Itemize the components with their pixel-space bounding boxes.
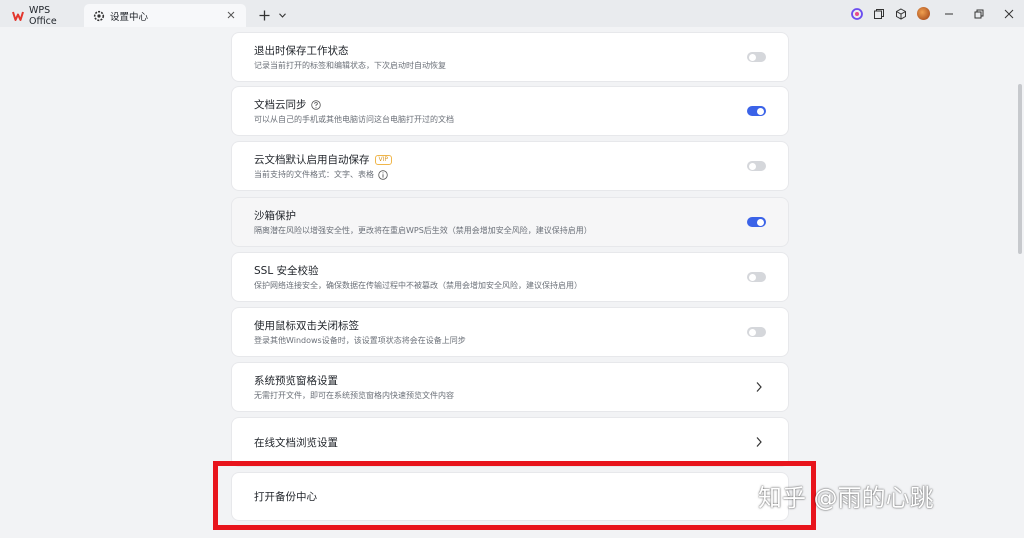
close-tab-icon[interactable]	[224, 8, 238, 22]
scrollbar-thumb[interactable]	[1018, 84, 1022, 254]
tab-settings-center[interactable]: 设置中心	[84, 4, 246, 27]
setting-cloud-autosave: 云文档默认启用自动保存 VIP 当前支持的文件格式：文字、表格	[232, 142, 788, 190]
gear-icon	[93, 10, 105, 22]
setting-title: 文档云同步	[254, 97, 321, 112]
chevron-down-icon	[278, 13, 286, 18]
restore-icon	[974, 9, 984, 18]
ssl-verification-toggle[interactable]	[747, 272, 766, 282]
setting-double-click-close-tab: 使用鼠标双击关闭标签 登录其他Windows设备时，该设置项状态将会在设备上同步	[232, 308, 788, 356]
wps-logo-icon	[12, 10, 24, 22]
package-icon[interactable]	[890, 0, 912, 27]
setting-description: 记录当前打开的标签和编辑状态，下次启动时自动恢复	[254, 61, 446, 70]
plus-icon	[259, 10, 269, 21]
setting-online-doc-browsing[interactable]: 在线文档浏览设置	[232, 418, 788, 466]
setting-title: 使用鼠标双击关闭标签	[254, 320, 359, 332]
avatar	[916, 7, 930, 20]
close-icon	[1004, 9, 1014, 18]
save-work-state-toggle[interactable]	[747, 52, 766, 62]
setting-description: 隔离潜在风险以增强安全性，更改将在重启WPS后生效（禁用会增加安全风险，建议保持…	[254, 226, 592, 235]
setting-title-text: 文档云同步	[254, 99, 307, 111]
setting-title-text: 云文档默认启用自动保存	[254, 154, 370, 166]
minimize-icon	[945, 13, 953, 14]
setting-description-text: 当前支持的文件格式：文字、表格	[254, 170, 374, 179]
tab-wps-office[interactable]: WPS Office	[4, 4, 80, 27]
ai-assistant-icon[interactable]	[846, 0, 868, 27]
setting-title: 沙箱保护	[254, 210, 296, 222]
setting-title: 打开备份中心	[254, 491, 317, 503]
help-icon[interactable]	[310, 99, 321, 110]
setting-title: 云文档默认启用自动保存 VIP	[254, 152, 392, 167]
sandbox-protection-toggle[interactable]	[747, 217, 766, 227]
title-bar: WPS Office 设置中心	[0, 0, 1024, 27]
setting-preview-pane[interactable]: 系统预览窗格设置 无需打开文件，即可在系统预览窗格内快速预览文件内容	[232, 363, 788, 411]
new-tab-button[interactable]	[252, 4, 276, 27]
cloud-sync-toggle[interactable]	[747, 106, 766, 116]
setting-ssl-verification: SSL 安全校验 保护网络连接安全，确保数据在传输过程中不被篡改（禁用会增加安全…	[232, 253, 788, 301]
title-bar-actions	[846, 0, 1024, 27]
setting-description: 无需打开文件，即可在系统预览窗格内快速预览文件内容	[254, 391, 454, 400]
setting-description: 可以从自己的手机或其他电脑访问这台电脑打开过的文档	[254, 115, 454, 124]
double-click-close-tab-toggle[interactable]	[747, 327, 766, 337]
info-icon[interactable]	[378, 169, 388, 180]
restore-button[interactable]	[964, 0, 994, 27]
setting-open-backup-center[interactable]: 打开备份中心	[232, 473, 788, 520]
setting-save-work-state: 退出时保存工作状态 记录当前打开的标签和编辑状态，下次启动时自动恢复	[232, 33, 788, 81]
user-avatar[interactable]	[912, 0, 934, 27]
watermark: 知乎 @雨的心跳	[758, 484, 934, 512]
close-window-button[interactable]	[994, 0, 1024, 27]
chevron-right-icon	[756, 382, 762, 392]
tab-label: WPS Office	[29, 4, 57, 27]
chevron-right-icon	[756, 437, 762, 447]
setting-description: 保护网络连接安全，确保数据在传输过程中不被篡改（禁用会增加安全风险，建议保持启用…	[254, 281, 582, 290]
setting-sandbox-protection: 沙箱保护 隔离潜在风险以增强安全性，更改将在重启WPS后生效（禁用会增加安全风险…	[232, 198, 788, 246]
setting-title: SSL 安全校验	[254, 265, 319, 277]
cloud-autosave-toggle[interactable]	[747, 161, 766, 171]
tab-label: 设置中心	[110, 11, 149, 23]
vip-badge: VIP	[374, 154, 392, 165]
minimize-button[interactable]	[934, 0, 964, 27]
setting-title: 在线文档浏览设置	[254, 437, 338, 449]
setting-title: 退出时保存工作状态	[254, 45, 349, 57]
setting-title: 系统预览窗格设置	[254, 375, 338, 387]
window-switch-icon[interactable]	[868, 0, 890, 27]
setting-description: 当前支持的文件格式：文字、表格	[254, 169, 388, 180]
tab-list-dropdown[interactable]	[276, 4, 288, 27]
setting-description: 登录其他Windows设备时，该设置项状态将会在设备上同步	[254, 336, 466, 345]
setting-cloud-sync: 文档云同步 可以从自己的手机或其他电脑访问这台电脑打开过的文档	[232, 87, 788, 135]
